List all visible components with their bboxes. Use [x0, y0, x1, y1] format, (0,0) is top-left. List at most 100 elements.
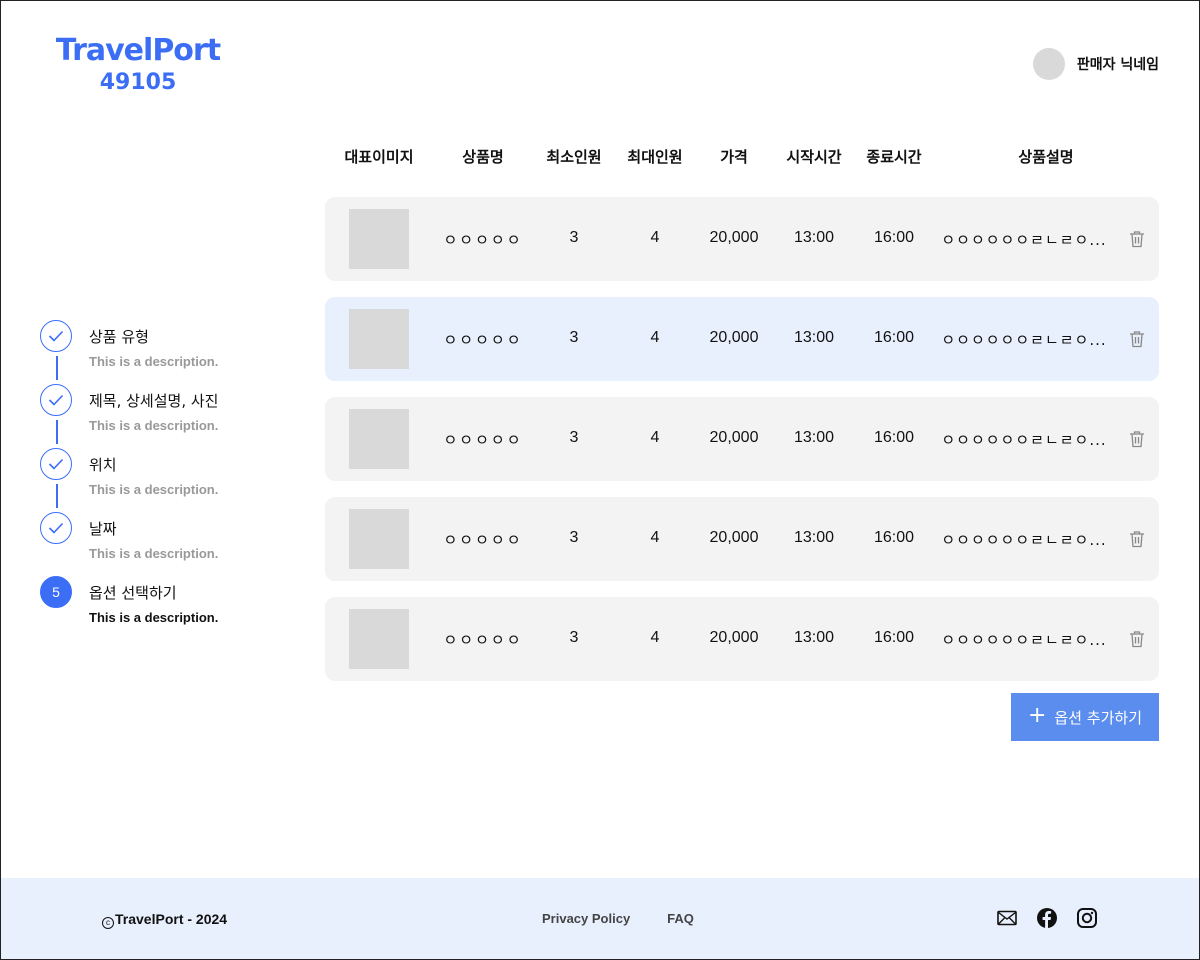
- product-thumbnail: [349, 609, 409, 669]
- product-thumbnail: [349, 509, 409, 569]
- privacy-policy-link[interactable]: Privacy Policy: [542, 911, 630, 926]
- step-title: 상품 유형: [89, 328, 149, 346]
- product-description: ㅇㅇㅇㅇㅇㅇㄹㄴㄹㅇ...: [941, 331, 1107, 349]
- column-header: 상품설명: [1018, 148, 1074, 166]
- user-name: 판매자 닉네임: [1076, 57, 1159, 73]
- min-people: 3: [569, 429, 579, 446]
- stepper: 상품 유형 This is a description. 제목, 상세설명, 사…: [40, 320, 280, 640]
- price: 20,000: [709, 629, 759, 646]
- end-time: 16:00: [873, 629, 915, 646]
- product-description: ㅇㅇㅇㅇㅇㅇㄹㄴㄹㅇ...: [941, 631, 1107, 649]
- column-header: 가격: [720, 148, 748, 166]
- table-header: 대표이미지 상품명 최소인원 최대인원 가격 시작시간 종료시간 상품설명: [325, 146, 1159, 170]
- step-title: 제목, 상세설명, 사진: [89, 392, 219, 410]
- step-title: 날짜: [89, 520, 117, 538]
- step-4: 날짜 This is a description.: [40, 512, 280, 576]
- end-time: 16:00: [873, 429, 915, 446]
- product-thumbnail: [349, 209, 409, 269]
- trash-icon[interactable]: [1129, 630, 1145, 648]
- instagram-icon[interactable]: [1077, 908, 1097, 928]
- end-time: 16:00: [873, 529, 915, 546]
- column-header: 종료시간: [866, 148, 922, 166]
- product-thumbnail: [349, 309, 409, 369]
- column-header: 최소인원: [546, 148, 602, 166]
- product-name: ㅇㅇㅇㅇㅇ: [443, 331, 523, 349]
- table-row[interactable]: ㅇㅇㅇㅇㅇ 3 4 20,000 13:00 16:00 ㅇㅇㅇㅇㅇㅇㄹㄴㄹㅇ.…: [325, 497, 1159, 581]
- footer: c TravelPort - 2024 Privacy Policy FAQ: [0, 878, 1200, 960]
- copyright: c TravelPort - 2024: [102, 911, 227, 929]
- copyright-text: TravelPort - 2024: [115, 911, 228, 927]
- logo[interactable]: TravelPort 49105: [40, 36, 236, 94]
- footer-links: Privacy Policy FAQ: [542, 911, 694, 926]
- user-profile[interactable]: 판매자 닉네임: [1032, 48, 1159, 80]
- product-description: ㅇㅇㅇㅇㅇㅇㄹㄴㄹㅇ...: [941, 531, 1107, 549]
- step-number: 5: [40, 576, 72, 608]
- check-icon: [40, 320, 72, 352]
- table-row[interactable]: ㅇㅇㅇㅇㅇ 3 4 20,000 13:00 16:00 ㅇㅇㅇㅇㅇㅇㄹㄴㄹㅇ.…: [325, 397, 1159, 481]
- price: 20,000: [709, 229, 759, 246]
- product-name: ㅇㅇㅇㅇㅇ: [443, 531, 523, 549]
- step-1: 상품 유형 This is a description.: [40, 320, 280, 384]
- step-3: 위치 This is a description.: [40, 448, 280, 512]
- plus-icon: +: [1027, 703, 1047, 728]
- min-people: 3: [569, 329, 579, 346]
- step-2: 제목, 상세설명, 사진 This is a description.: [40, 384, 280, 448]
- product-description: ㅇㅇㅇㅇㅇㅇㄹㄴㄹㅇ...: [941, 231, 1107, 249]
- start-time: 13:00: [793, 229, 835, 246]
- min-people: 3: [569, 229, 579, 246]
- min-people: 3: [569, 529, 579, 546]
- trash-icon[interactable]: [1129, 230, 1145, 248]
- table-row[interactable]: ㅇㅇㅇㅇㅇ 3 4 20,000 13:00 16:00 ㅇㅇㅇㅇㅇㅇㄹㄴㄹㅇ.…: [325, 297, 1159, 381]
- max-people: 4: [650, 429, 660, 446]
- max-people: 4: [650, 229, 660, 246]
- product-name: ㅇㅇㅇㅇㅇ: [443, 431, 523, 449]
- product-name: ㅇㅇㅇㅇㅇ: [443, 631, 523, 649]
- step-connector: [56, 420, 58, 444]
- step-description: This is a description.: [89, 546, 219, 561]
- faq-link[interactable]: FAQ: [667, 911, 694, 926]
- price: 20,000: [709, 529, 759, 546]
- column-header: 상품명: [462, 148, 504, 166]
- add-option-label: 옵션 추가하기: [1054, 708, 1142, 727]
- table-row[interactable]: ㅇㅇㅇㅇㅇ 3 4 20,000 13:00 16:00 ㅇㅇㅇㅇㅇㅇㄹㄴㄹㅇ.…: [325, 597, 1159, 681]
- mail-icon[interactable]: [997, 910, 1017, 926]
- step-connector: [56, 484, 58, 508]
- copyright-icon: c: [102, 917, 114, 929]
- step-description: This is a description.: [89, 418, 219, 433]
- start-time: 13:00: [793, 529, 835, 546]
- start-time: 13:00: [793, 629, 835, 646]
- logo-title: TravelPort: [55, 33, 221, 68]
- step-connector: [56, 356, 58, 380]
- check-icon: [40, 384, 72, 416]
- price: 20,000: [709, 329, 759, 346]
- column-header: 최대인원: [627, 148, 683, 166]
- step-title: 위치: [89, 456, 117, 474]
- start-time: 13:00: [793, 329, 835, 346]
- product-thumbnail: [349, 409, 409, 469]
- check-icon: [40, 512, 72, 544]
- product-description: ㅇㅇㅇㅇㅇㅇㄹㄴㄹㅇ...: [941, 431, 1107, 449]
- step-description: This is a description.: [89, 610, 219, 625]
- table-row[interactable]: ㅇㅇㅇㅇㅇ 3 4 20,000 13:00 16:00 ㅇㅇㅇㅇㅇㅇㄹㄴㄹㅇ.…: [325, 197, 1159, 281]
- step-5: 5 옵션 선택하기 This is a description.: [40, 576, 280, 640]
- add-option-button[interactable]: + 옵션 추가하기: [1011, 693, 1159, 741]
- trash-icon[interactable]: [1129, 530, 1145, 548]
- facebook-icon[interactable]: [1037, 908, 1057, 928]
- step-description: This is a description.: [89, 482, 219, 497]
- step-description: This is a description.: [89, 354, 219, 369]
- step-title: 옵션 선택하기: [89, 584, 177, 602]
- trash-icon[interactable]: [1129, 330, 1145, 348]
- max-people: 4: [650, 529, 660, 546]
- max-people: 4: [650, 629, 660, 646]
- column-header: 대표이미지: [344, 148, 414, 166]
- start-time: 13:00: [793, 429, 835, 446]
- min-people: 3: [569, 629, 579, 646]
- avatar[interactable]: [1032, 48, 1065, 80]
- trash-icon[interactable]: [1129, 430, 1145, 448]
- column-header: 시작시간: [786, 148, 842, 166]
- end-time: 16:00: [873, 229, 915, 246]
- product-name: ㅇㅇㅇㅇㅇ: [443, 231, 523, 249]
- max-people: 4: [650, 329, 660, 346]
- check-icon: [40, 448, 72, 480]
- end-time: 16:00: [873, 329, 915, 346]
